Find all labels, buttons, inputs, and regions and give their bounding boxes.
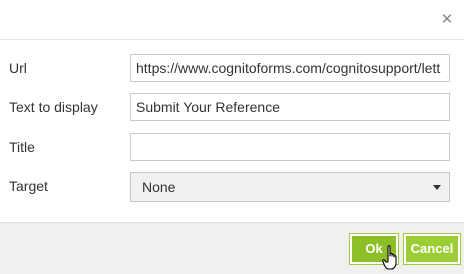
title-input[interactable] <box>130 133 450 161</box>
text-to-display-input[interactable]: Submit Your Reference <box>130 93 450 121</box>
dialog-titlebar: ✕ <box>0 0 464 40</box>
cancel-button[interactable]: Cancel <box>403 233 461 265</box>
url-label: Url <box>9 60 27 76</box>
close-icon[interactable]: ✕ <box>440 12 454 27</box>
url-input[interactable]: https://www.cognitoforms.com/cognitosupp… <box>130 54 450 82</box>
insert-link-dialog: ✕ Url https://www.cognitoforms.com/cogni… <box>0 0 464 274</box>
url-row: Url https://www.cognitoforms.com/cognito… <box>0 54 464 82</box>
text-to-display-label: Text to display <box>9 99 98 115</box>
title-label: Title <box>9 139 35 155</box>
target-selected-value: None <box>142 179 176 195</box>
target-row: Target None <box>0 172 464 202</box>
target-select[interactable]: None <box>130 172 450 202</box>
title-row: Title <box>0 133 464 161</box>
hand-pointer-icon <box>382 245 397 270</box>
text-to-display-row: Text to display Submit Your Reference <box>0 93 464 121</box>
target-label: Target <box>9 178 48 194</box>
chevron-down-icon <box>433 185 441 190</box>
